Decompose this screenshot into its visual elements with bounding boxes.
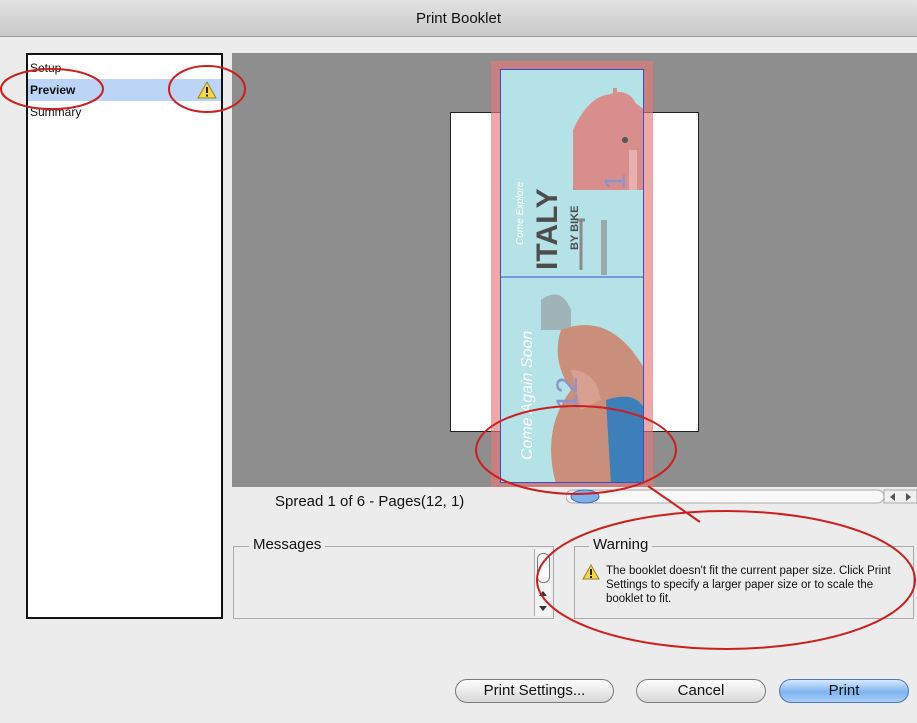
booklet-pages: ITALY BY BIKE Come Explore 1 Come Again …	[500, 69, 644, 483]
sidebar-item-label: Setup	[30, 61, 62, 75]
window-titlebar: Print Booklet	[0, 0, 917, 37]
warning-icon	[197, 80, 217, 99]
messages-title: Messages	[249, 536, 326, 553]
page-number: 12	[551, 376, 584, 410]
print-settings-button[interactable]: Print Settings...	[455, 679, 614, 703]
preview-scrollbar[interactable]	[565, 488, 917, 505]
scroll-up-arrow-icon[interactable]	[538, 589, 548, 599]
sidebar-item-preview[interactable]: Preview	[28, 79, 221, 101]
messages-scrollbar[interactable]	[534, 549, 551, 616]
warning-text: The booklet doesn't fit the current pape…	[606, 565, 891, 605]
messages-group	[233, 546, 554, 619]
cancel-button[interactable]: Cancel	[636, 679, 766, 703]
page-subtitle: BY BIKE	[569, 205, 581, 250]
spread-label: Spread 1 of 6 - Pages(12, 1)	[275, 493, 465, 510]
page-script-text: Come Again Soon	[519, 330, 536, 460]
scroll-down-arrow-icon[interactable]	[538, 603, 548, 613]
sidebar-item-setup[interactable]: Setup	[28, 57, 221, 79]
scroll-left-arrow-icon[interactable]	[888, 492, 898, 502]
warning-title: Warning	[589, 536, 653, 553]
warning-icon	[582, 563, 600, 580]
window-title: Print Booklet	[415, 9, 502, 27]
scroll-thumb[interactable]	[537, 553, 550, 583]
scroll-right-arrow-icon[interactable]	[903, 492, 913, 502]
booklet-preview: ITALY BY BIKE Come Explore 1 Come Again …	[232, 53, 917, 487]
page-number: 1	[599, 173, 632, 190]
page-title: ITALY	[531, 188, 564, 270]
sidebar-item-label: Summary	[30, 105, 82, 119]
booklet-spread: ITALY BY BIKE Come Explore 1 Come Again …	[491, 61, 653, 487]
sidebar-item-summary[interactable]: Summary	[28, 101, 221, 123]
sidebar-list: Setup Preview Summary	[26, 53, 223, 619]
scrollbar-track	[565, 489, 917, 504]
print-button[interactable]: Print	[779, 679, 909, 703]
page-script-text: Come Explore	[515, 181, 526, 245]
warning-group: The booklet doesn't fit the current pape…	[574, 546, 914, 619]
sidebar-item-label: Preview	[30, 83, 76, 97]
